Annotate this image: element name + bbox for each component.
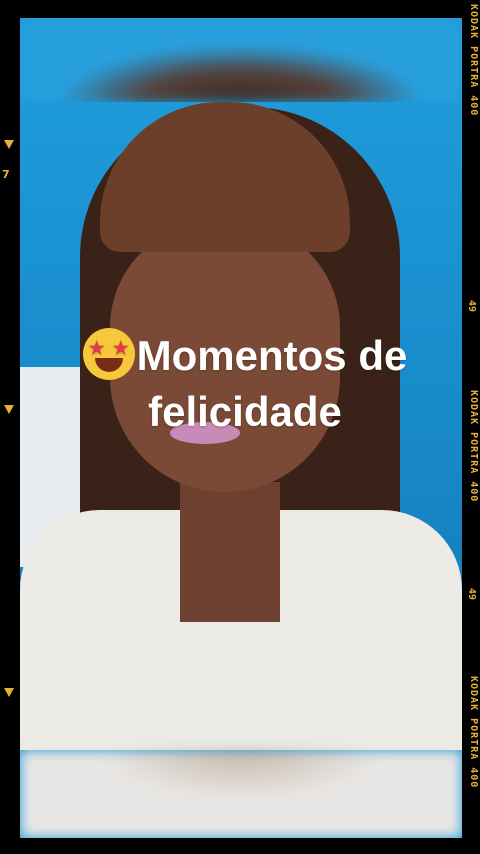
neck: [180, 482, 280, 622]
blurred-top-band: [20, 18, 462, 102]
caption-line-1: Momentos de: [136, 332, 408, 379]
film-brand-text: KODAK PORTRA 400: [468, 390, 479, 503]
film-frame-number: 49: [466, 300, 477, 313]
film-edge-strip: KODAK PORTRA 400 49 KODAK PORTRA 400 49 …: [462, 0, 480, 854]
blurred-bottom-band: [20, 750, 462, 838]
caption-text: ★ ★ Momentos de felicidade: [40, 328, 450, 440]
film-marker-arrow-icon: [4, 688, 14, 697]
film-frame-number: 49: [466, 588, 477, 601]
film-brand-text: KODAK PORTRA 400: [468, 4, 479, 117]
film-marker-arrow-icon: [4, 140, 14, 149]
film-frame-number-left: 7: [2, 168, 10, 181]
star-struck-emoji-icon: ★ ★: [82, 328, 135, 380]
caption-line-2: felicidade: [148, 388, 342, 435]
film-marker-arrow-icon: [4, 405, 14, 414]
film-brand-text: KODAK PORTRA 400: [468, 676, 479, 789]
